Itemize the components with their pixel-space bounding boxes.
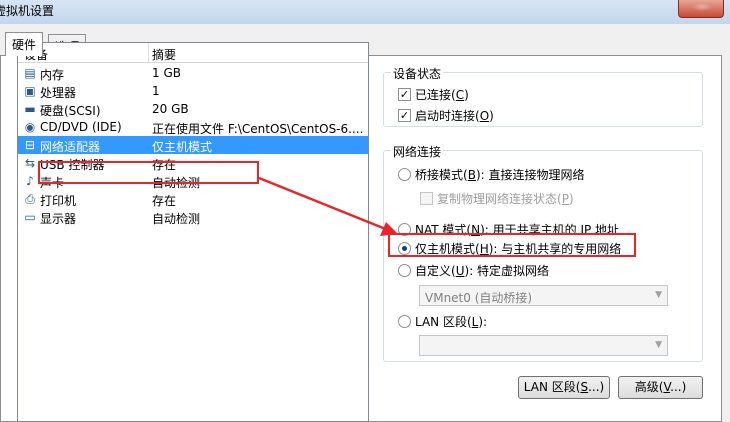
tab-hardware[interactable]: 硬件 [5,32,44,56]
annotation-arrow [258,176,398,236]
tab-hardware-label: 硬件 [12,38,37,52]
annotation-arrow-line [258,176,389,232]
